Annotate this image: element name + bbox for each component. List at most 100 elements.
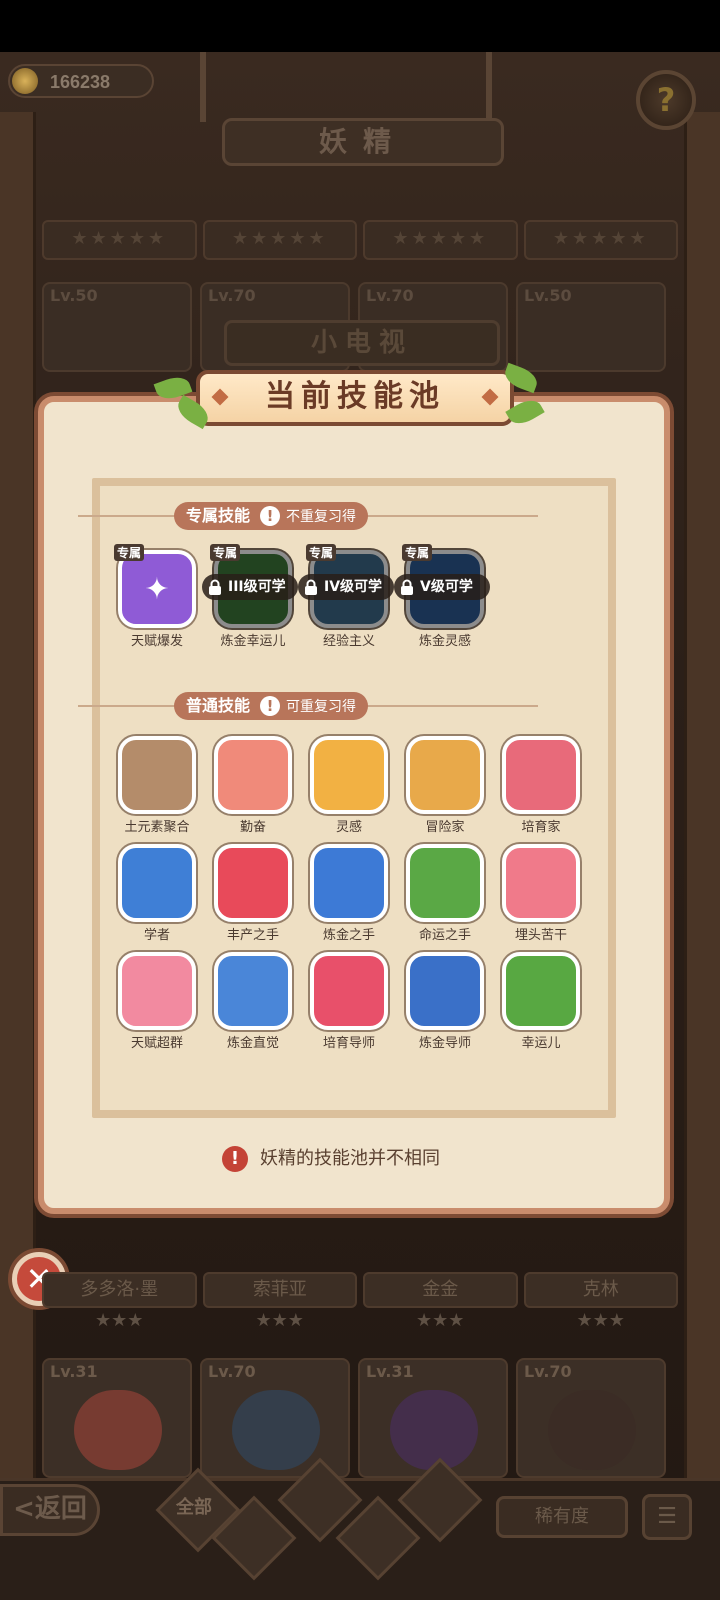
- skill-icon: [406, 844, 484, 922]
- skill-icon: [310, 844, 388, 922]
- skill-item[interactable]: 炼金导师: [402, 952, 488, 1051]
- dialog-title-plate: 当前技能池: [196, 370, 514, 426]
- skill-lock-badge: IV级可学: [298, 574, 394, 600]
- fairy-card[interactable]: Lv.31: [358, 1358, 508, 1478]
- skill-icon: [214, 844, 292, 922]
- skill-item[interactable]: 命运之手: [402, 844, 488, 943]
- skill-icon: [502, 844, 580, 922]
- skill-name: 培育家: [521, 820, 561, 835]
- warning-icon: !: [222, 1146, 248, 1172]
- fairy-name-sign: 小电视: [224, 320, 500, 366]
- skill-item[interactable]: 炼金直觉: [210, 952, 296, 1051]
- skill-name: 炼金直觉: [226, 1036, 279, 1051]
- page-title: 妖精: [222, 118, 504, 166]
- exclamation-icon: !: [260, 506, 281, 526]
- skill-name: 灵感: [335, 820, 362, 835]
- fairy-stars: ★★★: [95, 1310, 144, 1331]
- right-frame: [684, 112, 720, 1552]
- skill-item[interactable]: 冒险家: [402, 736, 488, 835]
- sign-rope: [200, 52, 206, 122]
- rarity-sort-button[interactable]: 稀有度: [496, 1496, 628, 1538]
- card-stars: ★★★★★: [202, 220, 357, 260]
- exclusive-tag: 专属: [306, 544, 337, 561]
- fairy-card[interactable]: Lv.50: [516, 282, 666, 372]
- fairy-card[interactable]: Lv.31: [42, 1358, 192, 1478]
- common-skill-section: 普通技能! 可重复习得: [58, 692, 558, 722]
- fairy-portrait: [74, 1390, 162, 1470]
- skill-item[interactable]: 专属 III级可学 炼金幸运儿: [202, 544, 298, 649]
- dialog-title: 当前技能池: [265, 379, 445, 414]
- card-level: Lv.31: [366, 1362, 414, 1381]
- skill-icon: [310, 736, 388, 814]
- card-level: Lv.31: [50, 1362, 98, 1381]
- skill-lock-badge: III级可学: [202, 574, 298, 600]
- skill-item[interactable]: 专属 V级可学 炼金灵感: [394, 544, 490, 649]
- roster-stars: ★★★ ★★★ ★★★ ★★★: [42, 1310, 678, 1338]
- left-frame: [0, 112, 36, 1552]
- skill-item[interactable]: 灵感: [306, 736, 392, 835]
- section-label: 专属技能: [186, 506, 251, 525]
- skill-item[interactable]: ✦ 专属 天赋爆发: [114, 544, 200, 649]
- skill-name: 天赋超群: [130, 1036, 183, 1051]
- sort-order-button[interactable]: ☰: [642, 1494, 692, 1540]
- section-sublabel: 不重复习得: [286, 509, 357, 525]
- skill-icon: [502, 736, 580, 814]
- lock-text: III级可学: [228, 579, 286, 595]
- card-level: Lv.70: [208, 1362, 256, 1381]
- card-level: Lv.50: [524, 286, 572, 305]
- skill-name: 冒险家: [425, 820, 465, 835]
- card-stars: ★★★★★: [42, 220, 197, 260]
- exclamation-icon: !: [260, 696, 281, 716]
- section-pill: 普通技能! 可重复习得: [174, 692, 369, 720]
- skill-item[interactable]: 埋头苦干: [498, 844, 584, 943]
- card-level: Lv.50: [50, 286, 98, 305]
- skill-icon: [310, 952, 388, 1030]
- skill-name: 培育导师: [322, 1036, 375, 1051]
- fairy-stars: ★★★: [576, 1310, 625, 1331]
- skill-name: 幸运儿: [521, 1036, 561, 1051]
- skill-item[interactable]: 土元素聚合: [114, 736, 200, 835]
- common-skill-header: 普通技能! 可重复习得: [174, 692, 434, 720]
- lock-icon: [209, 579, 221, 595]
- section-sublabel: 可重复习得: [286, 699, 357, 715]
- skill-item[interactable]: 勤奋: [210, 736, 296, 835]
- skill-icon: ✦: [118, 550, 196, 628]
- fairy-card[interactable]: Lv.70: [516, 1358, 666, 1478]
- card-stars: ★★★★★: [523, 220, 678, 260]
- skill-icon: [118, 736, 196, 814]
- lock-icon: [305, 579, 317, 595]
- filter-all-label: 全部: [176, 1497, 212, 1518]
- section-label: 普通技能: [186, 696, 251, 715]
- skill-item[interactable]: 炼金之手: [306, 844, 392, 943]
- skill-icon: [406, 952, 484, 1030]
- card-stars: ★★★★★: [363, 220, 518, 260]
- lock-icon: [401, 579, 413, 595]
- skill-item[interactable]: 丰产之手: [210, 844, 296, 943]
- help-button[interactable]: ?: [636, 70, 696, 130]
- skill-item[interactable]: 专属 IV级可学 经验主义: [298, 544, 394, 649]
- currency-display: 166238: [8, 64, 154, 98]
- skill-item[interactable]: 学者: [114, 844, 200, 943]
- fairy-portrait: [390, 1390, 478, 1470]
- exclusive-tag: 专属: [114, 544, 145, 561]
- skill-name: 炼金之手: [322, 928, 375, 943]
- fairy-portrait: [232, 1390, 320, 1470]
- skill-item[interactable]: 培育家: [498, 736, 584, 835]
- card-level: Lv.70: [366, 286, 414, 305]
- skill-name: 丰产之手: [226, 928, 279, 943]
- skill-icon: [214, 952, 292, 1030]
- skill-name: 经验主义: [322, 634, 375, 649]
- fairy-card[interactable]: Lv.50: [42, 282, 192, 372]
- skill-item[interactable]: 幸运儿: [498, 952, 584, 1051]
- card-level: Lv.70: [524, 1362, 572, 1381]
- skill-item[interactable]: 天赋超群: [114, 952, 200, 1051]
- exclusive-tag: 专属: [402, 544, 433, 561]
- section-pill: 专属技能! 不重复习得: [174, 502, 369, 530]
- skill-name: 埋头苦干: [514, 928, 567, 943]
- fairy-card[interactable]: Lv.70: [200, 1358, 350, 1478]
- skill-item[interactable]: 培育导师: [306, 952, 392, 1051]
- back-button[interactable]: <返回: [0, 1484, 100, 1536]
- question-icon: ?: [656, 81, 676, 119]
- currency-value: 166238: [50, 72, 111, 92]
- diamond-icon: [211, 388, 229, 406]
